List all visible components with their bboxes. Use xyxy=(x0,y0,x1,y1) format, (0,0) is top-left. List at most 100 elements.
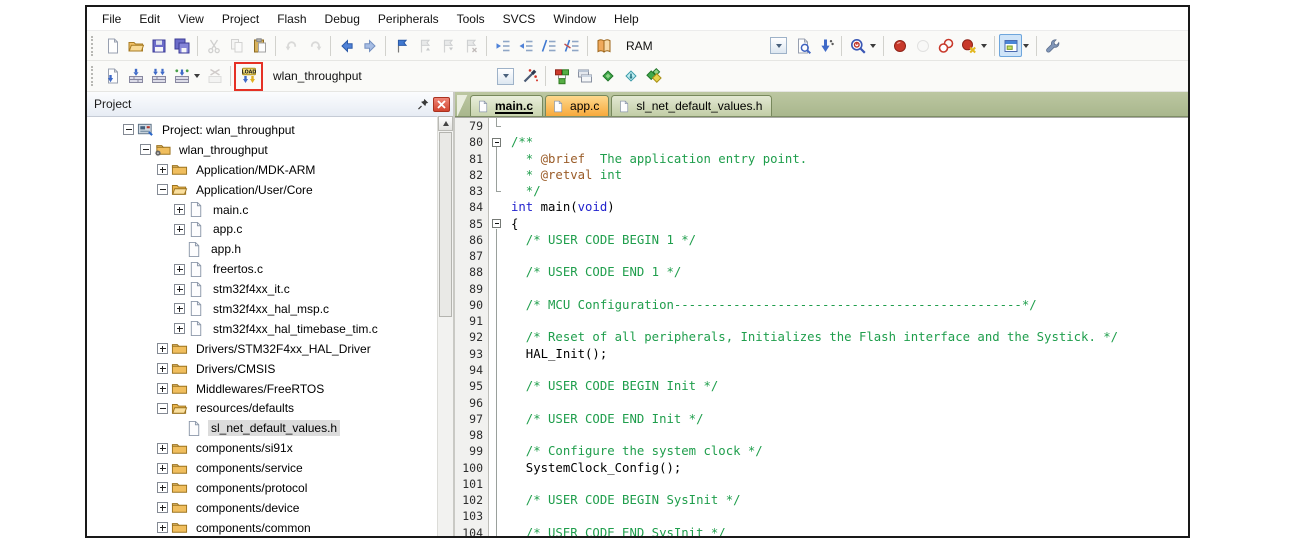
tab-main-c[interactable]: main.c xyxy=(470,95,543,116)
code-line[interactable]: /* USER CODE BEGIN SysInit */ xyxy=(511,492,1188,508)
fold-marker[interactable] xyxy=(489,134,505,150)
load-flash-icon-annotated[interactable]: LOAD xyxy=(237,65,260,88)
menu-debug[interactable]: Debug xyxy=(316,8,369,30)
expand-icon[interactable] xyxy=(157,502,168,513)
tree-item-sl-net-default-values-h[interactable]: sl_net_default_values.h xyxy=(87,418,453,438)
expand-icon[interactable] xyxy=(174,204,185,215)
tree-item-label[interactable]: Application/MDK-ARM xyxy=(193,162,318,178)
line-number[interactable]: 99 xyxy=(455,443,488,459)
line-number[interactable]: 103 xyxy=(455,508,488,524)
tree-item-components-protocol[interactable]: components/protocol xyxy=(87,478,453,498)
search-combo-dropdown-icon[interactable] xyxy=(770,37,787,54)
configure-icon[interactable] xyxy=(1041,34,1064,57)
code-line[interactable]: * @brief The application entry point. xyxy=(511,151,1188,167)
select-software-packs-icon[interactable] xyxy=(619,65,642,88)
tab-label[interactable]: main.c xyxy=(495,99,533,113)
code-line[interactable]: int main(void) xyxy=(511,199,1188,215)
fold-marker[interactable] xyxy=(489,216,505,232)
tree-item-label[interactable]: components/device xyxy=(193,500,302,516)
code-line[interactable]: /* USER CODE BEGIN Init */ xyxy=(511,378,1188,394)
menu-file[interactable]: File xyxy=(93,8,130,30)
manage-rte-icon[interactable] xyxy=(550,65,573,88)
expand-icon[interactable] xyxy=(157,443,168,454)
line-number[interactable]: 88 xyxy=(455,264,488,280)
menu-peripherals[interactable]: Peripherals xyxy=(369,8,448,30)
tree-item-label[interactable]: components/service xyxy=(193,460,306,476)
menu-tools[interactable]: Tools xyxy=(448,8,494,30)
insert-breakpoint-icon[interactable] xyxy=(888,34,911,57)
indent-icon[interactable] xyxy=(514,34,537,57)
code-line[interactable]: * @retval int xyxy=(511,167,1188,183)
tree-item-stm32f4xx-hal-timebase-tim-c[interactable]: stm32f4xx_hal_timebase_tim.c xyxy=(87,319,453,339)
open-file-icon[interactable] xyxy=(124,34,147,57)
tree-item-app-c[interactable]: app.c xyxy=(87,219,453,239)
find-symbol-icon[interactable] xyxy=(846,34,869,57)
line-number[interactable]: 102 xyxy=(455,492,488,508)
tree-item-label[interactable]: components/si91x xyxy=(193,440,296,456)
expand-icon[interactable] xyxy=(174,264,185,275)
code-line[interactable]: */ xyxy=(511,183,1188,199)
tree-item-label[interactable]: main.c xyxy=(210,202,251,218)
collapse-region-icon[interactable] xyxy=(492,138,501,147)
line-number[interactable]: 90 xyxy=(455,297,488,313)
target-combo-dropdown-icon[interactable] xyxy=(497,68,514,85)
tree-item-label[interactable]: wlan_throughput xyxy=(176,142,271,158)
search-combo[interactable]: RAM xyxy=(619,35,787,56)
file-extensions-icon[interactable] xyxy=(573,65,596,88)
code-line[interactable]: /* USER CODE END 1 */ xyxy=(511,264,1188,280)
menu-svcs[interactable]: SVCS xyxy=(494,8,545,30)
tree-item-application-user-core[interactable]: Application/User/Core xyxy=(87,180,453,200)
tree-item-components-service[interactable]: components/service xyxy=(87,458,453,478)
expand-icon[interactable] xyxy=(157,522,168,533)
line-number[interactable]: 95 xyxy=(455,378,488,394)
tab-label[interactable]: sl_net_default_values.h xyxy=(636,99,762,113)
tree-item-label[interactable]: stm32f4xx_hal_msp.c xyxy=(210,301,332,317)
code-line[interactable] xyxy=(511,395,1188,411)
pack-installer-icon[interactable] xyxy=(642,65,665,88)
line-number[interactable]: 81 xyxy=(455,151,488,167)
tree-item-label[interactable]: Project: wlan_throughput xyxy=(159,122,298,138)
tree-item-label[interactable]: freertos.c xyxy=(210,261,266,277)
tree-item-wlan-throughput[interactable]: wlan_throughput xyxy=(87,140,453,160)
tab-app-c[interactable]: app.c xyxy=(545,95,609,116)
tree-item-label[interactable]: stm32f4xx_it.c xyxy=(210,281,293,297)
kill-breakpoints-icon[interactable] xyxy=(934,34,957,57)
code-line[interactable]: /* USER CODE END SysInit */ xyxy=(511,525,1188,536)
line-number[interactable]: 98 xyxy=(455,427,488,443)
tree-item-label[interactable]: Drivers/STM32F4xx_HAL_Driver xyxy=(193,341,374,357)
disable-breakpoints-icon[interactable] xyxy=(957,34,980,57)
scroll-up-icon[interactable] xyxy=(438,116,453,131)
tree-item-stm32f4xx-hal-msp-c[interactable]: stm32f4xx_hal_msp.c xyxy=(87,299,453,319)
line-number[interactable]: 83 xyxy=(455,183,488,199)
line-number[interactable]: 100 xyxy=(455,460,488,476)
tree-item-middlewares-freertos[interactable]: Middlewares/FreeRTOS xyxy=(87,379,453,399)
unindent-icon[interactable] xyxy=(491,34,514,57)
tree-item-components-common[interactable]: components/common xyxy=(87,518,453,536)
pin-icon[interactable] xyxy=(414,96,431,112)
code-line[interactable]: /* Reset of all peripherals, Initializes… xyxy=(511,329,1188,345)
collapse-icon[interactable] xyxy=(123,124,134,135)
tab-label[interactable]: app.c xyxy=(570,99,599,113)
expand-icon[interactable] xyxy=(174,284,185,295)
line-number[interactable]: 87 xyxy=(455,248,488,264)
tree-item-label[interactable]: sl_net_default_values.h xyxy=(208,420,340,436)
tree-item-label[interactable]: resources/defaults xyxy=(193,400,297,416)
code-line[interactable] xyxy=(511,313,1188,329)
collapse-region-icon[interactable] xyxy=(492,219,501,228)
code-line[interactable]: /** xyxy=(511,134,1188,150)
tab-sl-net-default-values-h[interactable]: sl_net_default_values.h xyxy=(611,95,772,116)
line-number[interactable]: 84 xyxy=(455,199,488,215)
tree-item-label[interactable]: stm32f4xx_hal_timebase_tim.c xyxy=(210,321,381,337)
expand-icon[interactable] xyxy=(157,482,168,493)
code-line[interactable] xyxy=(511,427,1188,443)
save-all-icon[interactable] xyxy=(170,34,193,57)
code-line[interactable]: /* MCU Configuration--------------------… xyxy=(511,297,1188,313)
code-line[interactable]: SystemClock_Config(); xyxy=(511,460,1188,476)
comment-icon[interactable] xyxy=(537,34,560,57)
tree-item-label[interactable]: app.c xyxy=(210,221,245,237)
expand-icon[interactable] xyxy=(174,323,185,334)
line-number[interactable]: 86 xyxy=(455,232,488,248)
code-line[interactable] xyxy=(511,281,1188,297)
rebuild-icon[interactable] xyxy=(147,65,170,88)
menu-window[interactable]: Window xyxy=(544,8,605,30)
